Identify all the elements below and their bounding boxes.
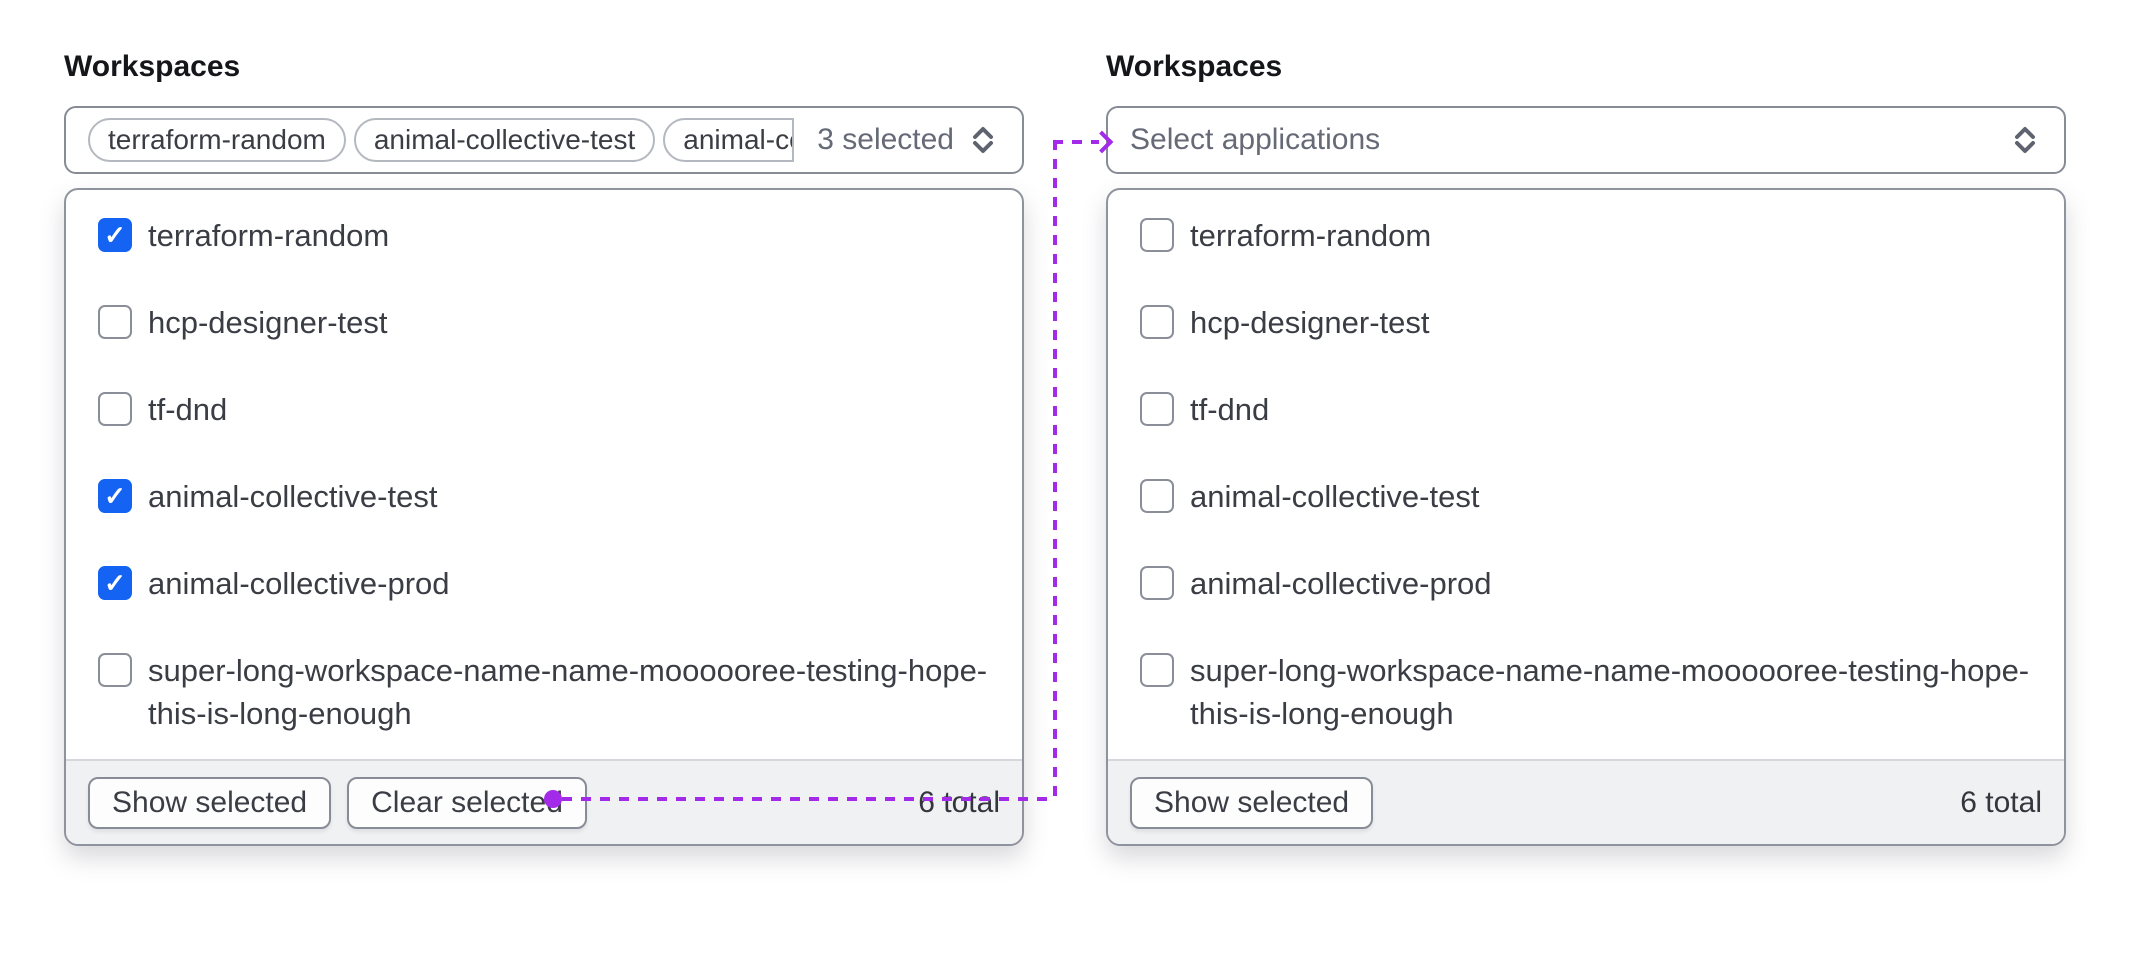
option-label: tf-dnd <box>1190 366 1269 453</box>
workspaces-multiselect-selected: Workspaces terraform-random animal-colle… <box>64 50 1024 846</box>
tag-pill: animal-collective-test <box>354 118 655 162</box>
checkbox-icon[interactable] <box>98 653 132 687</box>
options-list: terraform-random hcp-designer-test tf-dn… <box>1108 190 2064 759</box>
checkbox-icon[interactable] <box>98 566 132 600</box>
selected-count: 3 selected <box>817 123 954 157</box>
connector-line-top <box>1053 140 1099 144</box>
option-row[interactable]: hcp-designer-test <box>66 279 1022 366</box>
trigger-placeholder: Select applications <box>1130 123 2008 157</box>
option-row[interactable]: tf-dnd <box>1108 366 2064 453</box>
option-row[interactable]: hcp-designer-test <box>1108 279 2064 366</box>
workspaces-multiselect-empty: Workspaces Select applications terraform… <box>1106 50 2066 846</box>
option-row[interactable]: tf-dnd <box>66 366 1022 453</box>
option-label: animal-collective-test <box>1190 453 1479 540</box>
checkbox-icon[interactable] <box>98 305 132 339</box>
tag-pill: terraform-random <box>88 118 346 162</box>
multiselect-dropdown: terraform-random hcp-designer-test tf-dn… <box>1106 188 2066 846</box>
option-row[interactable]: terraform-random <box>1108 192 2064 279</box>
option-row[interactable]: animal-collective-test <box>1108 453 2064 540</box>
field-label: Workspaces <box>64 50 1024 84</box>
option-label: super-long-workspace-name-name-moooooree… <box>148 627 994 757</box>
checkbox-icon[interactable] <box>1140 479 1174 513</box>
checkbox-icon[interactable] <box>1140 392 1174 426</box>
checkbox-icon[interactable] <box>1140 218 1174 252</box>
checkbox-icon[interactable] <box>1140 305 1174 339</box>
show-selected-button[interactable]: Show selected <box>88 777 331 829</box>
chevron-up-down-icon <box>2008 123 2042 157</box>
chevron-up-down-icon <box>966 123 1000 157</box>
option-row[interactable]: animal-collective-prod <box>1108 540 2064 627</box>
checkbox-icon[interactable] <box>98 479 132 513</box>
total-count: 6 total <box>1960 786 2042 820</box>
option-label: hcp-designer-test <box>1190 279 1430 366</box>
option-label: animal-collective-test <box>148 453 437 540</box>
option-label: animal-collective-prod <box>148 540 450 627</box>
checkbox-icon[interactable] <box>1140 653 1174 687</box>
option-label: super-long-workspace-name-name-moooooree… <box>1190 627 2036 757</box>
options-list: terraform-random hcp-designer-test tf-dn… <box>66 190 1022 759</box>
option-label: animal-collective-prod <box>1190 540 1492 627</box>
option-row[interactable]: terraform-random <box>66 192 1022 279</box>
multiselect-trigger[interactable]: terraform-random animal-collective-test … <box>64 106 1024 174</box>
dropdown-footer: Show selected Clear selected 6 total <box>66 759 1022 844</box>
multiselect-dropdown: terraform-random hcp-designer-test tf-dn… <box>64 188 1024 846</box>
tag-pill-clipped: animal-co <box>663 118 794 162</box>
clear-selected-button[interactable]: Clear selected <box>347 777 587 829</box>
option-label: terraform-random <box>1190 192 1431 279</box>
checkbox-icon[interactable] <box>98 218 132 252</box>
option-row[interactable]: animal-collective-test <box>66 453 1022 540</box>
option-row[interactable]: super-long-workspace-name-name-moooooree… <box>66 627 1022 757</box>
option-label: tf-dnd <box>148 366 227 453</box>
option-row[interactable]: super-long-workspace-name-name-moooooree… <box>1108 627 2064 757</box>
option-row[interactable]: animal-collective-prod <box>66 540 1022 627</box>
selected-tags: terraform-random animal-collective-test … <box>88 118 803 162</box>
option-label: terraform-random <box>148 192 389 279</box>
multiselect-trigger[interactable]: Select applications <box>1106 106 2066 174</box>
dropdown-footer: Show selected 6 total <box>1108 759 2064 844</box>
connector-line-vertical <box>1053 140 1057 799</box>
total-count: 6 total <box>918 786 1000 820</box>
show-selected-button[interactable]: Show selected <box>1130 777 1373 829</box>
checkbox-icon[interactable] <box>1140 566 1174 600</box>
field-label: Workspaces <box>1106 50 2066 84</box>
checkbox-icon[interactable] <box>98 392 132 426</box>
option-label: hcp-designer-test <box>148 279 388 366</box>
